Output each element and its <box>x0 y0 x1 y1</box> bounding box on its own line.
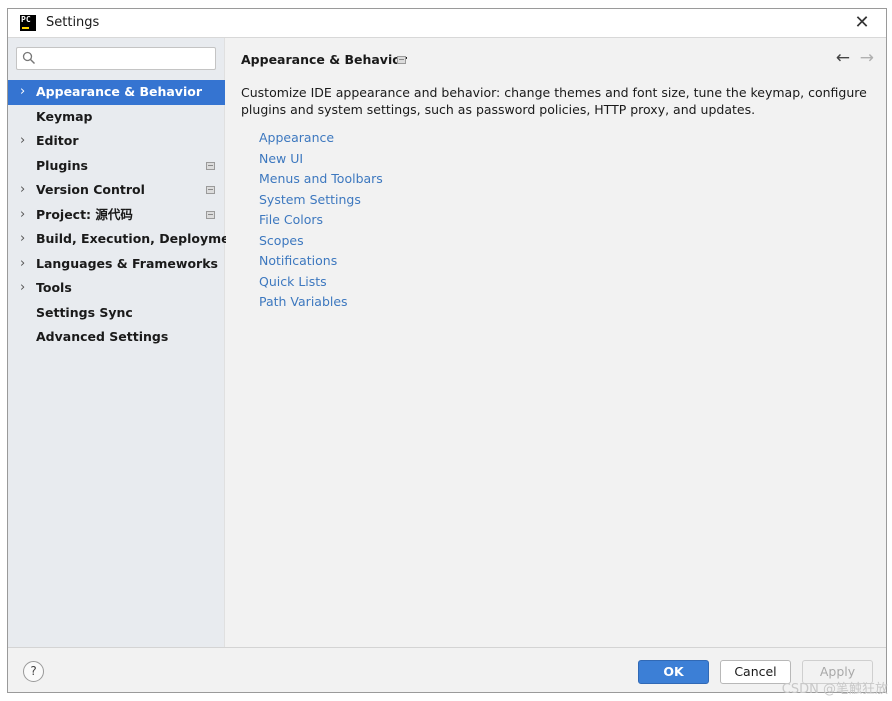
chevron-right-icon[interactable]: › <box>20 203 25 227</box>
link-menus-and-toolbars[interactable]: Menus and Toolbars <box>259 169 383 190</box>
sidebar-item-version-control[interactable]: › Version Control <box>8 178 225 203</box>
sidebar-item-settings-sync[interactable]: Settings Sync <box>8 301 225 326</box>
sidebar-item-tools[interactable]: › Tools <box>8 276 225 301</box>
project-level-icon <box>206 186 215 194</box>
sidebar-item-languages-frameworks[interactable]: › Languages & Frameworks <box>8 252 225 277</box>
sidebar-item-advanced-settings[interactable]: Advanced Settings <box>8 325 225 350</box>
subpage-links: Appearance New UI Menus and Toolbars System… <box>259 128 383 313</box>
sidebar-item-keymap[interactable]: Keymap <box>8 105 225 130</box>
link-path-variables[interactable]: Path Variables <box>259 292 383 313</box>
chevron-right-icon[interactable]: › <box>20 252 25 276</box>
link-system-settings[interactable]: System Settings <box>259 190 383 211</box>
search-box[interactable] <box>16 47 216 70</box>
help-button[interactable]: ? <box>23 661 44 682</box>
link-file-colors[interactable]: File Colors <box>259 210 383 231</box>
chevron-right-icon[interactable]: › <box>20 227 25 251</box>
sidebar-item-label: Tools <box>36 280 72 295</box>
settings-tree: › Appearance & Behavior Keymap › Editor Plugi… <box>8 80 244 350</box>
sidebar-item-label: Version Control <box>36 182 145 197</box>
search-input[interactable] <box>41 50 211 67</box>
app-icon-text: PC <box>21 15 31 24</box>
sidebar-item-label: Keymap <box>36 108 93 124</box>
sidebar-item-label: Editor <box>36 133 79 148</box>
chevron-right-icon[interactable]: › <box>20 178 25 202</box>
sidebar-item-label: Appearance & Behavior <box>36 84 202 99</box>
title-bar: PC Settings ✕ <box>8 9 886 38</box>
window-title: Settings <box>46 15 100 30</box>
sidebar-item-label: Advanced Settings <box>36 329 169 344</box>
forward-arrow-icon[interactable]: → <box>860 48 874 68</box>
sidebar-item-label: Settings Sync <box>36 304 133 320</box>
link-new-ui[interactable]: New UI <box>259 149 383 170</box>
back-arrow-icon[interactable]: ← <box>836 48 850 68</box>
project-level-icon <box>206 161 215 170</box>
sidebar-item-appearance-behavior[interactable]: › Appearance & Behavior <box>8 80 225 105</box>
sidebar-item-label: Languages & Frameworks <box>36 255 218 271</box>
chevron-right-icon[interactable]: › <box>20 129 25 153</box>
pycharm-logo-icon: PC <box>20 15 36 31</box>
project-level-icon <box>397 56 406 64</box>
settings-dialog: PC Settings ✕ › Appearance & Behavior Keym… <box>7 8 887 693</box>
link-quick-lists[interactable]: Quick Lists <box>259 272 383 293</box>
ok-button[interactable]: OK <box>638 660 709 684</box>
sidebar-item-label: Plugins <box>36 157 88 173</box>
watermark: CSDN @笔触狂放 <box>781 682 888 697</box>
sidebar-item-label: Project: 源代码 <box>36 206 133 222</box>
page-title: Appearance & Behavior <box>241 52 407 67</box>
search-icon <box>22 51 35 64</box>
sidebar-item-plugins[interactable]: Plugins <box>8 154 225 179</box>
content-panel: Appearance & Behavior ← → Customize IDE … <box>226 38 886 647</box>
chevron-right-icon[interactable]: › <box>20 276 25 300</box>
sidebar-item-label: Build, Execution, Deployment <box>36 231 245 246</box>
settings-sidebar: › Appearance & Behavior Keymap › Editor Plugi… <box>8 38 244 647</box>
link-notifications[interactable]: Notifications <box>259 251 383 272</box>
link-appearance[interactable]: Appearance <box>259 128 383 149</box>
project-level-icon <box>206 210 215 219</box>
sidebar-item-build-execution-deployment[interactable]: › Build, Execution, Deployment <box>8 227 244 252</box>
close-icon[interactable]: ✕ <box>852 13 872 33</box>
dialog-footer: ? OK Cancel Apply <box>8 647 886 692</box>
cancel-button[interactable]: Cancel <box>720 660 791 684</box>
link-scopes[interactable]: Scopes <box>259 231 383 252</box>
page-description: Customize IDE appearance and behavior: c… <box>241 85 867 117</box>
sidebar-item-project[interactable]: › Project: 源代码 <box>8 203 225 228</box>
sidebar-item-editor[interactable]: › Editor <box>8 129 225 154</box>
chevron-right-icon[interactable]: › <box>20 80 25 104</box>
